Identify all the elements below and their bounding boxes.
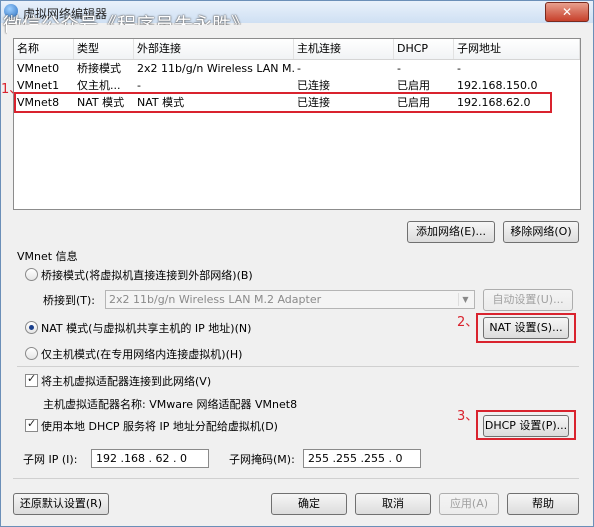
vmnet-info-group: VMnet 信息 桥接模式(将虚拟机直接连接到外部网络)(B) 桥接到(T): …: [13, 250, 579, 468]
cell-subnet: -: [457, 62, 461, 75]
column-header-external[interactable]: 外部连接: [134, 39, 294, 59]
host-only-mode-radio[interactable]: [25, 347, 38, 360]
chevron-down-icon: ▼: [458, 293, 472, 306]
bridge-mode-label[interactable]: 桥接模式(将虚拟机直接连接到外部网络)(B): [41, 267, 253, 283]
column-header-dhcp[interactable]: DHCP: [394, 39, 454, 59]
bridge-to-select[interactable]: 2x2 11b/g/n Wireless LAN M.2 Adapter ▼: [105, 290, 475, 309]
subnet-ip-label: 子网 IP (I):: [23, 453, 78, 466]
subnet-mask-label: 子网掩码(M):: [229, 453, 295, 466]
cell-host: -: [297, 62, 301, 75]
title-bar[interactable]: 虚拟网络编辑器 微信公众号《程序员朱永胜》 ✕: [1, 1, 593, 36]
nat-mode-label[interactable]: NAT 模式(与虚拟机共享主机的 IP 地址)(N): [41, 320, 251, 336]
annotation-step-1: 1、: [1, 82, 23, 97]
auto-settings-button[interactable]: 自动设置(U)...: [483, 289, 573, 311]
cell-type: 桥接模式: [77, 62, 121, 75]
divider: [13, 478, 579, 479]
bridge-to-label: 桥接到(T):: [43, 294, 96, 307]
cell-external: 2x2 11b/g/n Wireless LAN M...: [137, 62, 294, 75]
ok-button[interactable]: 确定: [271, 493, 347, 515]
host-only-mode-label[interactable]: 仅主机模式(在专用网络内连接虚拟机)(H): [41, 346, 242, 362]
virtual-network-editor-window: 虚拟网络编辑器 微信公众号《程序员朱永胜》 ✕ 名称 类型 外部连接 主机连接 …: [0, 0, 594, 527]
subnet-mask-field[interactable]: 255 .255 .255 . 0: [303, 449, 421, 468]
host-adapter-name: 主机虚拟适配器名称: VMware 网络适配器 VMnet8: [43, 398, 298, 411]
divider: [17, 366, 579, 367]
cell-name: VMnet0: [17, 62, 60, 75]
bridge-mode-radio[interactable]: [25, 268, 38, 281]
column-header-name[interactable]: 名称: [14, 39, 74, 59]
column-header-subnet[interactable]: 子网地址: [454, 39, 580, 59]
connect-host-adapter-label[interactable]: 将主机虚拟适配器连接到此网络(V): [41, 373, 211, 389]
help-button[interactable]: 帮助: [507, 493, 579, 515]
column-header-type[interactable]: 类型: [74, 39, 134, 59]
nat-mode-radio[interactable]: [25, 321, 38, 334]
network-list[interactable]: 名称 类型 外部连接 主机连接 DHCP 子网地址 VMnet0 桥接模式 2x…: [13, 38, 581, 210]
apply-button[interactable]: 应用(A): [439, 493, 499, 515]
highlight-box-nat: [476, 313, 576, 343]
use-dhcp-checkbox[interactable]: [25, 417, 38, 432]
close-button[interactable]: ✕: [545, 2, 589, 22]
remove-network-button[interactable]: 移除网络(O): [503, 221, 579, 243]
dialog-body: 名称 类型 外部连接 主机连接 DHCP 子网地址 VMnet0 桥接模式 2x…: [1, 25, 587, 519]
restore-defaults-button[interactable]: 还原默认设置(R): [13, 493, 109, 515]
highlight-box-dhcp: [476, 410, 576, 440]
column-header-host[interactable]: 主机连接: [294, 39, 394, 59]
use-dhcp-label[interactable]: 使用本地 DHCP 服务将 IP 地址分配给虚拟机(D): [41, 418, 278, 434]
cancel-button[interactable]: 取消: [355, 493, 431, 515]
highlight-box-vmnet8: [14, 92, 552, 113]
subnet-ip-field[interactable]: 192 .168 . 62 . 0: [91, 449, 209, 468]
vmnet-info-title: VMnet 信息: [17, 250, 78, 263]
connect-host-adapter-checkbox[interactable]: [25, 372, 38, 387]
cell-dhcp: -: [397, 62, 401, 75]
bridge-to-value: 2x2 11b/g/n Wireless LAN M.2 Adapter: [109, 293, 322, 306]
table-row-vmnet0[interactable]: VMnet0 桥接模式 2x2 11b/g/n Wireless LAN M..…: [14, 60, 580, 77]
add-network-button[interactable]: 添加网络(E)...: [407, 221, 495, 243]
network-list-header: 名称 类型 外部连接 主机连接 DHCP 子网地址: [14, 39, 580, 60]
